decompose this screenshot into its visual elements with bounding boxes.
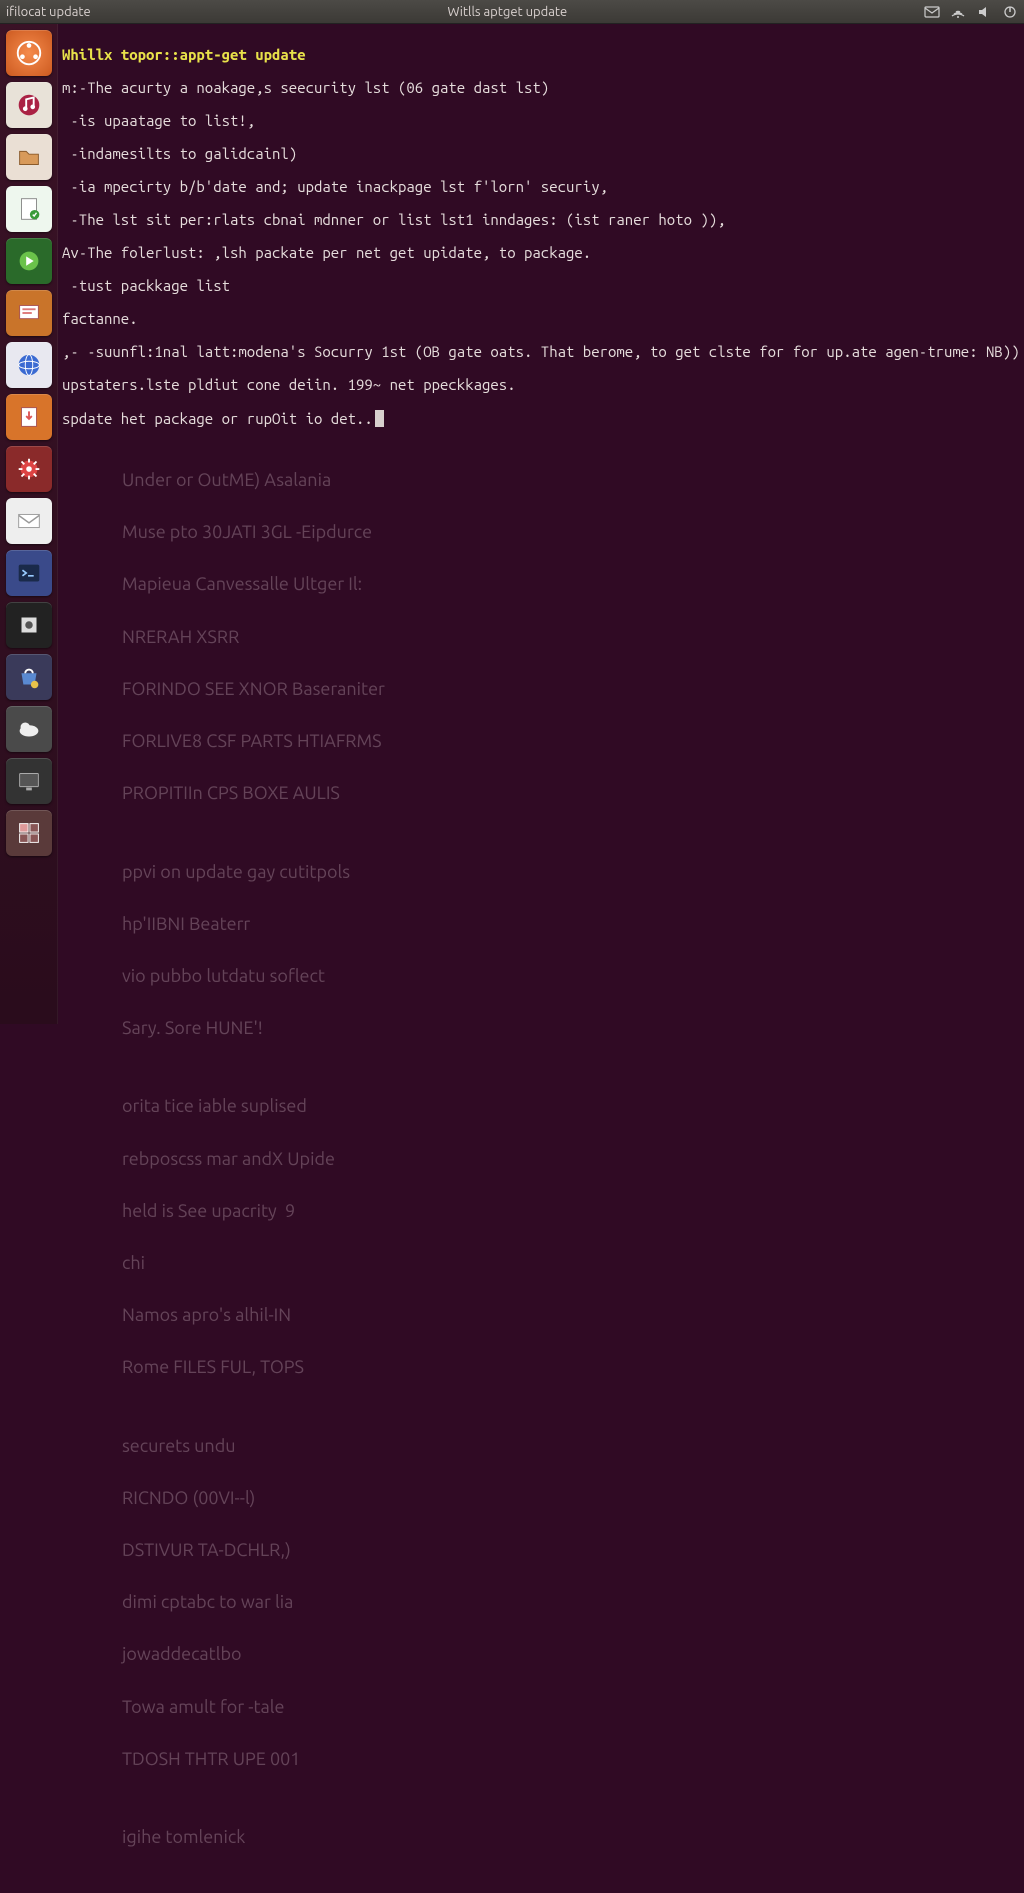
network-icon[interactable]: [950, 4, 966, 20]
media-icon[interactable]: [6, 238, 52, 284]
workspace-icon[interactable]: [6, 810, 52, 856]
terminal-line: Av-The folerlust: ,lsh packate per net g…: [62, 244, 591, 261]
terminal-line: factanne.: [62, 310, 138, 327]
terminal-window[interactable]: Whillx topor::appt-get update m:-The acu…: [58, 24, 1024, 1024]
monitor-icon[interactable]: [6, 758, 52, 804]
weather-icon[interactable]: [6, 706, 52, 752]
top-panel: ifilocat update Witlls aptget update: [0, 0, 1024, 24]
power-icon[interactable]: [1002, 4, 1018, 20]
terminal-line: -tust packkage list: [62, 277, 230, 294]
files-icon[interactable]: [6, 134, 52, 180]
terminal-line: -ia mpecirty b/b'date and; update inackp…: [62, 178, 608, 195]
terminal-line: upstaters.lste pldiut cone deiin. 199~ n…: [62, 376, 516, 393]
terminal-line: spdate het package or rupOit io det..: [62, 410, 373, 427]
document-icon[interactable]: [6, 186, 52, 232]
terminal-line: ,- -suunfl:1nal latt:modena's Socurry 1s…: [62, 343, 1020, 360]
store-icon[interactable]: [6, 654, 52, 700]
dash-icon[interactable]: [6, 30, 52, 76]
cursor: [375, 410, 384, 427]
background-text: Under or OutME) Asalania Muse pto 30JATI…: [62, 441, 1020, 1876]
settings-icon[interactable]: [6, 446, 52, 492]
terminal-icon[interactable]: [6, 550, 52, 596]
terminal-line: -indamesilts to galidcainl): [62, 145, 297, 162]
panel-left-label: ifilocat update: [6, 5, 91, 19]
slides-icon[interactable]: [6, 290, 52, 336]
mail-app-icon[interactable]: [6, 498, 52, 544]
mail-icon[interactable]: [924, 4, 940, 20]
indicator-area: [924, 4, 1018, 20]
window-title: Witlls aptget update: [91, 5, 924, 19]
browser-icon[interactable]: [6, 342, 52, 388]
app-icon[interactable]: [6, 602, 52, 648]
terminal-line: -The lst sit per:rlats cbnai mdnner or l…: [62, 211, 726, 228]
terminal-prompt: Whillx topor::appt-get update: [62, 46, 306, 63]
terminal-line: m:-The acurty a noakage,s seecurity lst …: [62, 79, 549, 96]
sound-icon[interactable]: [976, 4, 992, 20]
update-icon[interactable]: [6, 394, 52, 440]
music-icon[interactable]: [6, 82, 52, 128]
terminal-line: -is upaatage to list!,: [62, 112, 255, 129]
launcher: [0, 24, 58, 1024]
